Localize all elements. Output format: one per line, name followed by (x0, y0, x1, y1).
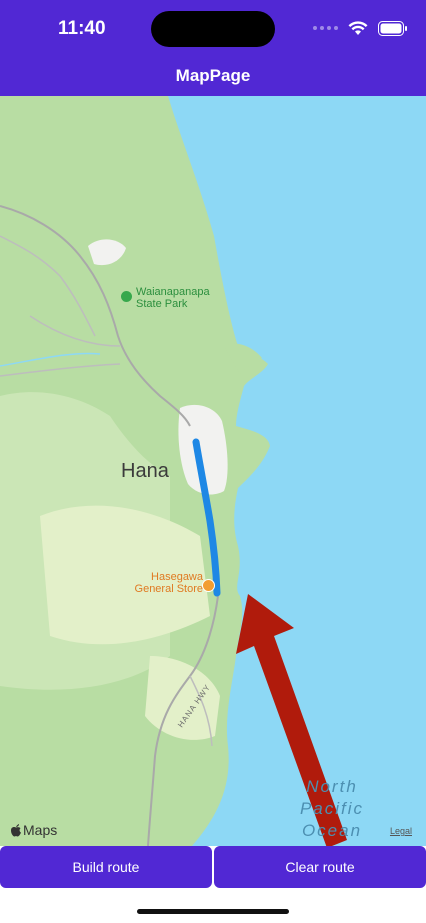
signal-dots-icon (313, 26, 338, 30)
page-title: MapPage (175, 66, 251, 85)
park-pin-icon[interactable] (121, 291, 132, 302)
wifi-icon (348, 21, 368, 35)
build-route-button[interactable]: Build route (0, 846, 212, 888)
park-label: Waianapanapa State Park (136, 286, 210, 310)
status-icons (313, 18, 408, 38)
home-indicator (137, 909, 289, 914)
button-bar: Build route Clear route (0, 846, 426, 888)
maps-logo-text: Maps (23, 822, 58, 838)
town-label: Hana (121, 460, 169, 482)
maps-logo: Maps (10, 822, 57, 838)
legal-link[interactable]: Legal (390, 826, 412, 836)
store-label: Hasegawa General Store (134, 571, 203, 595)
status-time: 11:40 (58, 18, 106, 39)
dynamic-island (151, 11, 275, 47)
nav-bar: MapPage (0, 56, 426, 96)
battery-icon (378, 20, 407, 36)
map-view[interactable]: Waianapanapa State Park Hana Hasegawa Ge… (0, 96, 426, 846)
map-canvas (0, 96, 347, 846)
status-bar: 11:40 (0, 0, 426, 56)
clear-route-button[interactable]: Clear route (214, 846, 426, 888)
apple-logo-icon (11, 824, 21, 837)
ocean-label: North Pacific Ocean (299, 777, 365, 840)
store-pin-icon[interactable] (202, 579, 215, 592)
